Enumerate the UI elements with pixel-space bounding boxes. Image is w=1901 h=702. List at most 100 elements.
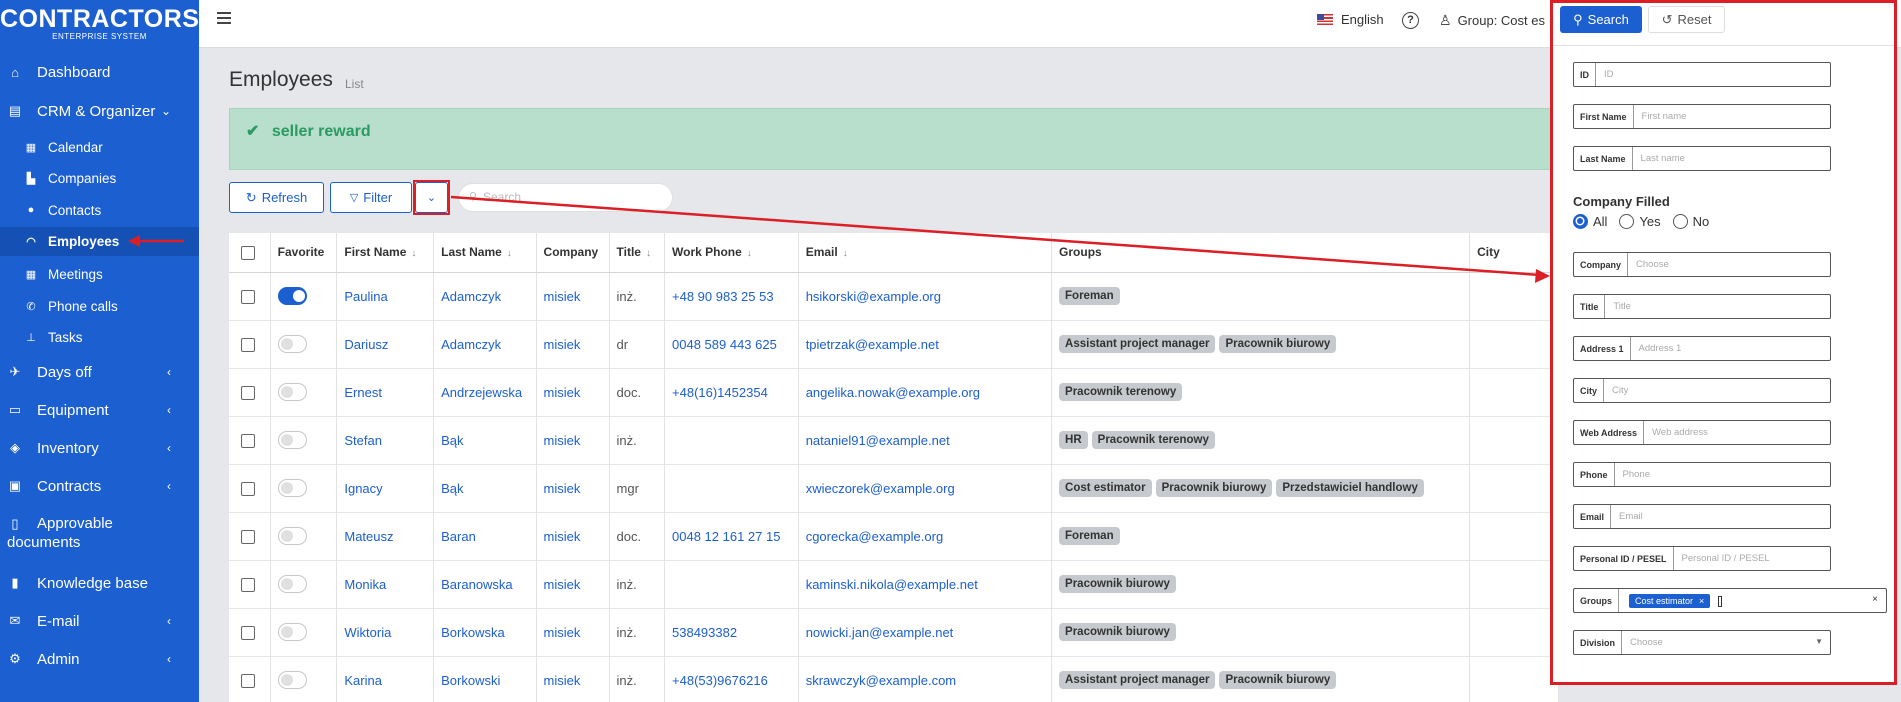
menu-toggle-icon[interactable] [217, 12, 231, 24]
last-name-cell[interactable]: Borkowska [433, 607, 537, 656]
col-city[interactable]: City [1469, 233, 1559, 273]
last-name-cell[interactable]: Bąk [433, 415, 537, 464]
favorite-toggle[interactable] [277, 287, 307, 305]
search-input[interactable]: ⚲ Search [458, 183, 673, 212]
first-name-cell[interactable]: Karina [336, 655, 435, 702]
filter-company-select[interactable]: Company Choose [1573, 252, 1831, 277]
sidebar-item-calendar[interactable]: ▦ Calendar [0, 136, 199, 158]
work-phone-cell[interactable]: 0048 12 161 27 15 [664, 511, 799, 560]
last-name-cell[interactable]: Borkowski [433, 655, 537, 702]
table-row[interactable]: Ignacy Bąk misiek mgr xwieczorek@example.org… [229, 463, 1559, 512]
first-name-cell[interactable]: Monika [336, 559, 435, 608]
sidebar-item-contracts[interactable]: ▣ Contracts ‹ [0, 474, 199, 498]
filter-address-field[interactable]: Address 1 Address 1 [1573, 336, 1831, 361]
favorite-toggle[interactable] [277, 527, 307, 545]
table-row[interactable]: Monika Baranowska misiek inż. kaminski.nikol… [229, 559, 1559, 608]
work-phone-cell[interactable]: 0048 589 443 625 [664, 319, 799, 368]
last-name-cell[interactable]: Baran [433, 511, 537, 560]
company-cell[interactable]: misiek [536, 271, 610, 320]
sidebar-item-tasks[interactable]: ⊥ Tasks [0, 326, 199, 348]
table-row[interactable]: Dariusz Adamczyk misiek dr 0048 589 443 625 t… [229, 319, 1559, 368]
filter-groups-multiselect[interactable]: Groups Cost estimator × × [1573, 588, 1887, 613]
company-cell[interactable]: misiek [536, 655, 610, 702]
work-phone-cell[interactable]: +48(16)1452354 [664, 367, 799, 416]
table-row[interactable]: Karina Borkowski misiek inż. +48(53)9676216 s… [229, 655, 1559, 702]
filter-phone-field[interactable]: Phone Phone [1573, 462, 1831, 487]
company-cell[interactable]: misiek [536, 511, 610, 560]
sidebar-item-companies[interactable]: ▙ Companies [0, 167, 199, 189]
user-group-menu[interactable]: ♙ Group: Cost es [1439, 12, 1554, 29]
first-name-cell[interactable]: Paulina [336, 271, 435, 320]
row-checkbox[interactable] [241, 625, 255, 640]
col-company[interactable]: Company [536, 233, 610, 273]
filter-last-name-field[interactable]: Last Name Last name [1573, 146, 1831, 171]
select-all-checkbox[interactable] [241, 245, 255, 260]
table-row[interactable]: Mateusz Baran misiek doc. 0048 12 161 27 15 c… [229, 511, 1559, 560]
email-cell[interactable]: angelika.nowak@example.org [798, 367, 1053, 416]
sidebar-item-contacts[interactable]: ● Contacts [0, 199, 199, 221]
col-last-name[interactable]: Last Name ↓ [433, 233, 537, 273]
table-row[interactable]: Paulina Adamczyk misiek inż. +48 90 983 25 5… [229, 271, 1559, 320]
clear-icon[interactable]: × [1872, 594, 1878, 612]
chip-remove-icon[interactable]: × [1699, 596, 1704, 606]
row-checkbox[interactable] [241, 289, 255, 304]
filter-city-field[interactable]: City City [1573, 378, 1831, 403]
row-checkbox[interactable] [241, 529, 255, 544]
favorite-toggle[interactable] [277, 383, 307, 401]
work-phone-cell[interactable]: +48(53)9676216 [664, 655, 799, 702]
sidebar-item-equipment[interactable]: ▭ Equipment ‹ [0, 398, 199, 422]
company-cell[interactable]: misiek [536, 559, 610, 608]
row-checkbox[interactable] [241, 385, 255, 400]
last-name-cell[interactable]: Bąk [433, 463, 537, 512]
table-row[interactable]: Wiktoria Borkowska misiek inż. 538493382 nowi… [229, 607, 1559, 656]
company-cell[interactable]: misiek [536, 319, 610, 368]
work-phone-cell[interactable] [664, 463, 799, 512]
filter-web-address-field[interactable]: Web Address Web address [1573, 420, 1831, 445]
sidebar-item-phone-calls[interactable]: ✆ Phone calls [0, 295, 199, 317]
radio-no[interactable] [1672, 214, 1688, 229]
sidebar-item-approvable-documents[interactable]: ▯ Approvable documents [0, 514, 199, 554]
logo[interactable]: CONTRACTORS ENTERPRISE SYSTEM [0, 0, 199, 48]
table-row[interactable]: Ernest Andrzejewska misiek doc. +48(16)14523… [229, 367, 1559, 416]
sidebar-item-meetings[interactable]: ▦ Meetings [0, 263, 199, 285]
email-cell[interactable]: tpietrzak@example.net [798, 319, 1053, 368]
work-phone-cell[interactable] [664, 559, 799, 608]
row-checkbox[interactable] [241, 481, 255, 496]
work-phone-cell[interactable] [664, 415, 799, 464]
filter-email-field[interactable]: Email Email [1573, 504, 1831, 529]
help-icon[interactable]: ? [1402, 12, 1419, 29]
favorite-toggle[interactable] [277, 575, 307, 593]
col-title[interactable]: Title ↓ [609, 233, 666, 273]
last-name-cell[interactable]: Andrzejewska [433, 367, 537, 416]
favorite-toggle[interactable] [277, 623, 307, 641]
email-cell[interactable]: hsikorski@example.org [798, 271, 1053, 320]
filter-personal-id-field[interactable]: Personal ID / PESEL Personal ID / PESEL [1573, 546, 1831, 571]
last-name-cell[interactable]: Adamczyk [433, 271, 537, 320]
company-cell[interactable]: misiek [536, 367, 610, 416]
filter-division-select[interactable]: Division Choose ▼ [1573, 630, 1831, 655]
panel-reset-button[interactable]: ↺ Reset [1648, 6, 1725, 33]
language-selector[interactable]: English [1317, 12, 1384, 27]
sidebar-item-knowledge-base[interactable]: ▮ Knowledge base [0, 571, 199, 595]
refresh-button[interactable]: ↻ Refresh [229, 182, 324, 213]
radio-all[interactable] [1573, 214, 1588, 229]
col-groups[interactable]: Groups [1051, 233, 1471, 273]
email-cell[interactable]: xwieczorek@example.org [798, 463, 1053, 512]
filter-id-field[interactable]: ID ID [1573, 62, 1831, 87]
sidebar-item-email[interactable]: ✉ E-mail ‹ [0, 609, 199, 633]
first-name-cell[interactable]: Mateusz [336, 511, 435, 560]
email-cell[interactable]: kaminski.nikola@example.net [798, 559, 1053, 608]
sidebar-item-inventory[interactable]: ◈ Inventory ‹ [0, 436, 199, 460]
filter-title-field[interactable]: Title Title [1573, 294, 1831, 319]
first-name-cell[interactable]: Stefan [336, 415, 435, 464]
panel-search-button[interactable]: ⚲ Search [1560, 6, 1642, 33]
first-name-cell[interactable]: Ernest [336, 367, 435, 416]
email-cell[interactable]: skrawczyk@example.com [798, 655, 1053, 702]
email-cell[interactable]: nowicki.jan@example.net [798, 607, 1053, 656]
first-name-cell[interactable]: Wiktoria [336, 607, 435, 656]
work-phone-cell[interactable]: +48 90 983 25 53 [664, 271, 799, 320]
row-checkbox[interactable] [241, 577, 255, 592]
first-name-cell[interactable]: Ignacy [336, 463, 435, 512]
row-checkbox[interactable] [241, 433, 255, 448]
company-cell[interactable]: misiek [536, 463, 610, 512]
